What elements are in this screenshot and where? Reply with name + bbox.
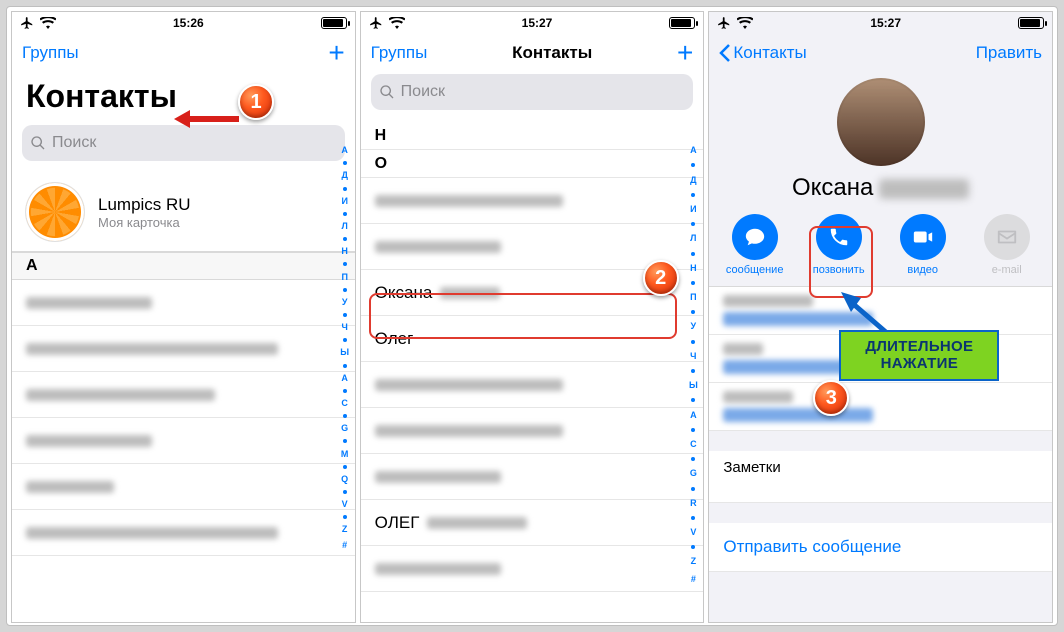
list-item[interactable]	[12, 418, 355, 464]
action-message[interactable]: сообщение	[722, 214, 788, 276]
airplane-mode-icon	[20, 16, 34, 30]
action-label: сообщение	[726, 264, 784, 276]
list-item[interactable]	[12, 372, 355, 418]
status-bar: 15:26	[12, 12, 355, 32]
phone-screen-2: 15:27 Группы Контакты + Поиск Н О Оксана…	[360, 11, 705, 623]
my-card-name: Lumpics RU	[98, 195, 191, 215]
list-item[interactable]	[361, 408, 704, 454]
wifi-icon	[40, 17, 56, 29]
contact-header: Оксана сообщение позвонить видео e-mail	[709, 78, 1052, 287]
nav-bar: Контакты Править	[709, 32, 1052, 74]
section-header-A: А	[12, 252, 355, 280]
action-email: e-mail	[974, 214, 1040, 276]
battery-icon	[1018, 17, 1044, 29]
step-badge-1: 1	[238, 84, 274, 120]
contact-name-label: Олег	[375, 329, 414, 349]
phone-field-3[interactable]	[709, 383, 1052, 431]
email-icon	[996, 226, 1018, 248]
list-item[interactable]	[12, 510, 355, 556]
contact-name-label: ОЛЕГ	[375, 513, 420, 533]
airplane-mode-icon	[369, 16, 383, 30]
list-item[interactable]	[361, 454, 704, 500]
search-placeholder: Поиск	[52, 134, 96, 152]
back-button[interactable]: Контакты	[733, 43, 806, 63]
video-icon	[912, 226, 934, 248]
phone-screen-1: 15:26 Группы + Контакты Поиск Lumpics RU…	[11, 11, 356, 623]
tutorial-frame: 15:26 Группы + Контакты Поиск Lumpics RU…	[6, 6, 1058, 626]
nav-title: Контакты	[512, 43, 592, 63]
contacts-list: АДИЛНПУЧЫACGMQVZ#	[12, 280, 355, 556]
list-item[interactable]	[12, 326, 355, 372]
phone-icon	[828, 226, 850, 248]
phone-screen-3: 15:27 Контакты Править Оксана сообщение	[708, 11, 1053, 623]
my-card-sub: Моя карточка	[98, 215, 191, 230]
list-item[interactable]	[12, 280, 355, 326]
action-call[interactable]: позвонить	[806, 214, 872, 276]
status-bar: 15:27	[361, 12, 704, 32]
status-time: 15:27	[870, 16, 901, 30]
wifi-icon	[389, 17, 405, 29]
long-press-callout: ДЛИТЕЛЬНОЕ НАЖАТИЕ	[839, 330, 999, 381]
airplane-mode-icon	[717, 16, 731, 30]
chevron-left-icon[interactable]	[719, 43, 731, 63]
my-card-avatar	[26, 183, 84, 241]
search-placeholder: Поиск	[401, 83, 445, 101]
status-time: 15:27	[522, 16, 553, 30]
status-bar: 15:27	[709, 12, 1052, 32]
action-label: позвонить	[813, 264, 865, 276]
action-video[interactable]: видео	[890, 214, 956, 276]
list-item[interactable]	[361, 362, 704, 408]
message-icon	[744, 226, 766, 248]
step-badge-2: 2	[643, 260, 679, 296]
search-input[interactable]: Поиск	[371, 74, 694, 110]
contact-name-label: Оксана	[375, 283, 433, 303]
nav-bar: Группы Контакты +	[361, 32, 704, 74]
list-item[interactable]: Олег	[361, 316, 704, 362]
arrow-annotation-1	[174, 104, 244, 134]
edit-button[interactable]: Править	[976, 43, 1042, 63]
battery-icon	[669, 17, 695, 29]
section-header-N: Н	[361, 122, 704, 150]
list-item[interactable]	[361, 546, 704, 592]
notes-field[interactable]: Заметки	[709, 451, 1052, 503]
contacts-list: Оксана Олег ОЛЕГ АДИЛНПУЧЫACGRVZ#	[361, 178, 704, 592]
section-header-O: О	[361, 150, 704, 178]
contact-title: Оксана	[709, 174, 1052, 202]
my-card[interactable]: Lumpics RU Моя карточка	[12, 173, 355, 252]
action-label: e-mail	[992, 264, 1022, 276]
status-time: 15:26	[173, 16, 204, 30]
nav-bar: Группы +	[12, 32, 355, 74]
battery-icon	[321, 17, 347, 29]
list-item[interactable]: ОЛЕГ	[361, 500, 704, 546]
contact-avatar	[837, 78, 925, 166]
groups-button[interactable]: Группы	[371, 43, 428, 63]
groups-button[interactable]: Группы	[22, 43, 79, 63]
add-contact-button[interactable]: +	[677, 43, 693, 63]
wifi-icon	[737, 17, 753, 29]
search-icon	[379, 84, 395, 100]
search-icon	[30, 135, 46, 151]
send-message-button[interactable]: Отправить сообщение	[709, 523, 1052, 572]
action-label: видео	[907, 264, 938, 276]
list-item[interactable]	[361, 178, 704, 224]
list-item[interactable]	[12, 464, 355, 510]
add-contact-button[interactable]: +	[328, 43, 344, 63]
